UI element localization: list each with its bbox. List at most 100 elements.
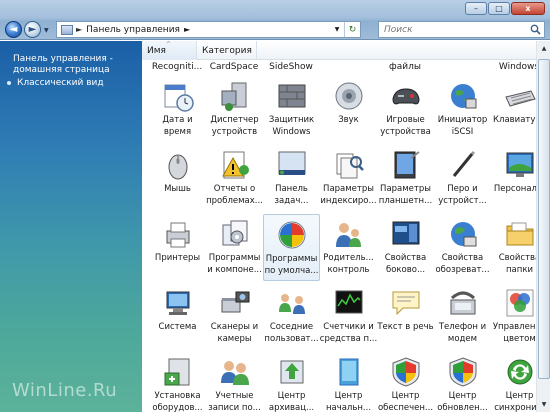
control-panel-item-label[interactable]: проблемах... — [205, 196, 265, 206]
control-panel-item-label[interactable]: Параметры — [319, 184, 379, 194]
control-panel-item-label[interactable]: цветом — [490, 334, 537, 344]
control-panel-item-label[interactable]: обеспечен... — [376, 403, 436, 412]
gamepad-icon[interactable] — [389, 79, 423, 113]
control-panel-item[interactable]: Диспетчер устройств — [206, 76, 263, 143]
control-panel-home-link[interactable]: Панель управления - домашняя страница — [13, 54, 138, 76]
control-panel-item-label[interactable]: задач... — [262, 196, 322, 206]
refresh-button[interactable]: ↻ — [344, 22, 360, 37]
partial-item-label[interactable]: SideShow — [261, 62, 321, 72]
search-box[interactable] — [378, 21, 545, 38]
control-panel-item[interactable]: Центр обновлен... — [434, 352, 491, 412]
control-panel-item-label[interactable]: Система — [148, 322, 208, 332]
indexing-icon[interactable] — [332, 148, 366, 182]
control-panel-item-label[interactable]: Защитник — [262, 115, 322, 125]
control-panel-item-label[interactable]: Свойства — [490, 253, 536, 263]
control-panel-item-label[interactable]: Персонал... — [490, 184, 536, 194]
search-input[interactable] — [384, 22, 524, 37]
windows-update-icon[interactable] — [446, 355, 480, 389]
control-panel-item[interactable]: Программы по умолча... — [263, 214, 320, 281]
backup-center-icon[interactable] — [275, 355, 309, 389]
control-panel-item-label[interactable]: и компоне... — [205, 265, 265, 275]
welcome-center-icon[interactable] — [332, 355, 366, 389]
user-accounts-icon[interactable] — [218, 355, 252, 389]
control-panel-item-label[interactable]: Телефон и — [433, 322, 493, 332]
control-panel-item[interactable]: Параметры планшетн... — [377, 145, 434, 212]
breadcrumb-separator[interactable]: ► — [184, 25, 190, 34]
control-panel-item-label[interactable]: Сканеры и — [205, 322, 265, 332]
control-panel-item-label[interactable]: оборудов... — [148, 403, 208, 412]
control-panel-item-label[interactable]: Центр — [433, 391, 493, 401]
control-panel-item[interactable]: Защитник Windows — [263, 76, 320, 143]
control-panel-item[interactable]: Система — [149, 283, 206, 350]
default-programs-icon[interactable] — [275, 218, 309, 252]
control-panel-item-label[interactable]: обозреват... — [433, 265, 493, 275]
control-panel-item-label[interactable]: средства п... — [319, 334, 379, 344]
sidebar-properties-icon[interactable] — [389, 217, 423, 251]
scroll-down-button[interactable]: ▼ — [538, 398, 550, 411]
partial-item-label[interactable]: Windows — [489, 62, 536, 72]
control-panel-item-label[interactable]: Счетчики и — [319, 322, 379, 332]
vertical-scrollbar[interactable]: ▲ ▼ — [536, 41, 550, 412]
control-panel-item-label[interactable]: Параметры — [376, 184, 436, 194]
control-panel-item-label[interactable]: устройства — [376, 127, 436, 137]
control-panel-item[interactable]: Управление цветом — [491, 283, 536, 350]
control-panel-item[interactable]: Свойства обозреват... — [434, 214, 491, 281]
search-icon[interactable] — [530, 24, 541, 35]
programs-features-icon[interactable] — [218, 217, 252, 251]
control-panel-item-label[interactable]: по умолча... — [262, 266, 322, 276]
system-icon[interactable] — [161, 286, 195, 320]
control-panel-item[interactable]: Параметры индексиро... — [320, 145, 377, 212]
control-panel-item-label[interactable]: Центр — [319, 391, 379, 401]
control-panel-item-label[interactable]: Отчеты о — [205, 184, 265, 194]
classic-view-label[interactable]: Классический вид — [17, 78, 104, 88]
keyboard-icon[interactable] — [503, 79, 537, 113]
control-panel-item[interactable]: Центр архивац... — [263, 352, 320, 412]
control-panel-item[interactable]: Инициатор iSCSI — [434, 76, 491, 143]
control-panel-item[interactable]: Перо и устройст... — [434, 145, 491, 212]
control-panel-item-label[interactable]: папки — [490, 265, 537, 275]
problem-reports-icon[interactable] — [218, 148, 252, 182]
control-panel-item-label[interactable]: Панель — [262, 184, 322, 194]
control-panel-item-label[interactable]: Родитель... — [319, 253, 379, 263]
scroll-up-button[interactable]: ▲ — [538, 42, 550, 55]
pen-icon[interactable] — [446, 148, 480, 182]
control-panel-item-label[interactable]: Центр — [376, 391, 436, 401]
control-panel-item-label[interactable]: индексиро... — [319, 196, 379, 206]
control-panel-item[interactable]: Отчеты о проблемах... — [206, 145, 263, 212]
control-panel-item-label[interactable]: Установка — [148, 391, 208, 401]
control-panel-item-label[interactable]: Перо и — [433, 184, 493, 194]
control-panel-item[interactable]: Свойства боково... — [377, 214, 434, 281]
control-panel-item-label[interactable]: Центр — [490, 391, 537, 401]
control-panel-item-label[interactable]: обновлен... — [433, 403, 493, 412]
control-panel-item-label[interactable]: Мышь — [148, 184, 208, 194]
scanner-camera-icon[interactable] — [218, 286, 252, 320]
taskbar-icon[interactable] — [275, 148, 309, 182]
control-panel-item-label[interactable]: устройст... — [433, 196, 493, 206]
address-separator[interactable]: ► — [76, 25, 82, 34]
speech-bubble-icon[interactable] — [389, 286, 423, 320]
sync-center-icon[interactable] — [503, 355, 537, 389]
address-bar[interactable]: ► Панель управления ► ▼ ↻ — [56, 21, 361, 38]
performance-icon[interactable] — [332, 286, 366, 320]
control-panel-item[interactable]: Программы и компоне... — [206, 214, 263, 281]
partial-item-label[interactable]: CardSpace — [204, 62, 264, 72]
control-panel-item[interactable]: Установка оборудов... — [149, 352, 206, 412]
control-panel-item-label[interactable]: Звук — [319, 115, 379, 125]
classic-view-link[interactable]: Классический вид — [7, 78, 104, 88]
control-panel-item-label[interactable]: начальн... — [319, 403, 379, 412]
back-button[interactable]: ◄ — [5, 21, 22, 38]
control-panel-item-label[interactable]: камеры — [205, 334, 265, 344]
folder-options-icon[interactable] — [503, 217, 537, 251]
control-panel-item[interactable]: Персонал... — [491, 145, 536, 212]
control-panel-item-label[interactable]: контроль — [319, 265, 379, 275]
calendar-clock-icon[interactable] — [161, 79, 195, 113]
recent-pages-dropdown[interactable]: ▼ — [44, 27, 49, 34]
minimize-button[interactable]: – — [465, 2, 487, 15]
security-center-icon[interactable] — [389, 355, 423, 389]
column-header-name[interactable]: Имя ^ — [142, 41, 197, 60]
scroll-thumb[interactable] — [538, 59, 550, 379]
windows-defender-icon[interactable] — [275, 79, 309, 113]
control-panel-item-label[interactable]: Дата и — [148, 115, 208, 125]
partial-item-label[interactable]: файлы — [375, 62, 435, 72]
control-panel-item-label[interactable]: Программы — [205, 253, 265, 263]
